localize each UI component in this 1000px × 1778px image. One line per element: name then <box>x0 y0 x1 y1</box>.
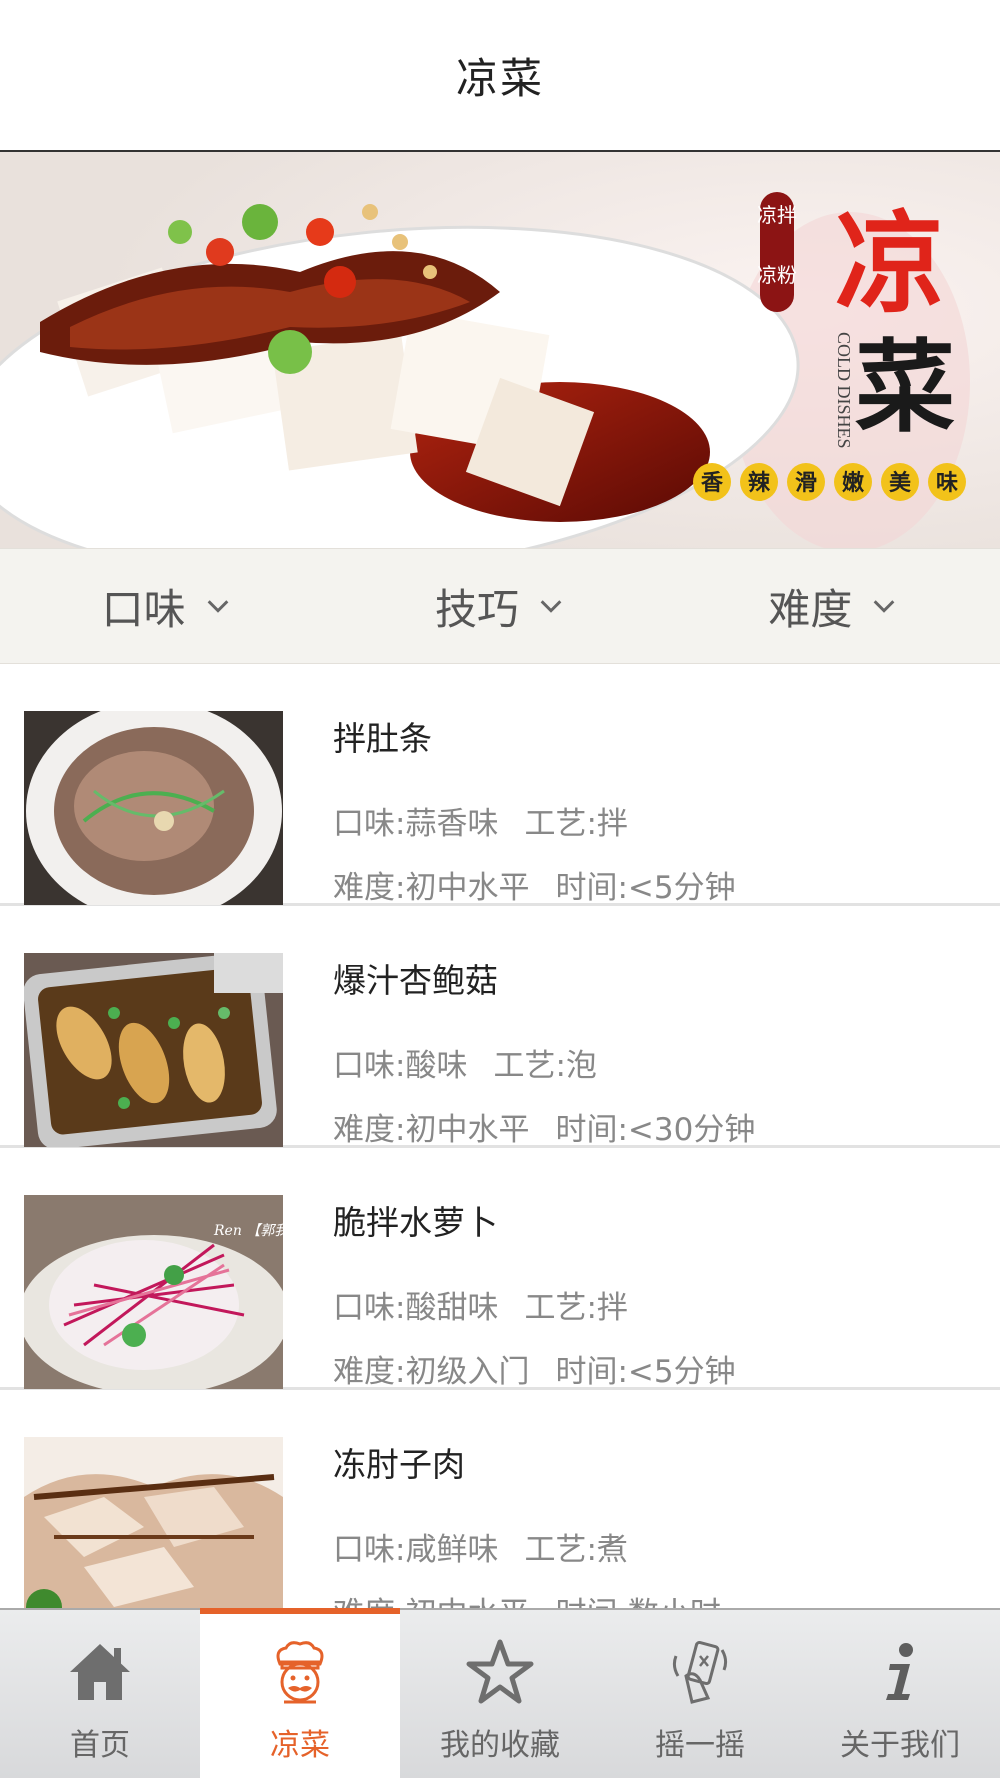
recipe-taste: 口味:咸鲜味 <box>333 1532 499 1568</box>
banner-badge-text-1: 凉拌 <box>757 203 797 227</box>
recipe-time: 时间:<5分钟 <box>555 870 736 906</box>
banner-badge-text-2: 凉粉 <box>757 263 797 287</box>
filter-difficulty[interactable]: 难度 <box>667 549 1000 663</box>
recipe-difficulty-time: 难度:初中水平 时间:数小时 <box>333 1588 747 1608</box>
chef-icon <box>276 1641 324 1704</box>
tab-about[interactable]: 关于我们 <box>800 1610 1000 1778</box>
banner-big-char-1: 凉 <box>835 199 945 328</box>
filter-taste-label: 口味 <box>101 584 186 634</box>
nav-bar: 凉菜 <box>0 0 1000 152</box>
recipe-difficulty-time: 难度:初中水平 时间:<5分钟 <box>333 862 762 907</box>
tagline-char: 香 <box>701 471 723 496</box>
recipe-difficulty-time: 难度:初级入门 时间:<5分钟 <box>333 1346 762 1391</box>
tab-cold-dishes-label: 凉菜 <box>270 1728 330 1763</box>
recipe-taste-craft: 口味:咸鲜味 工艺:煮 <box>333 1524 654 1569</box>
tab-cold-dishes[interactable]: 凉菜 <box>200 1608 400 1778</box>
recipe-taste-craft: 口味:酸味 工艺:泡 <box>333 1040 623 1085</box>
recipe-craft: 工艺:拌 <box>524 806 628 842</box>
banner-big-char-2: 菜 <box>855 328 955 446</box>
recipe-taste-craft: 口味:酸甜味 工艺:拌 <box>333 1282 654 1327</box>
tab-bar: 首页 凉菜 我的收藏 摇一摇 关于我们 <box>0 1608 1000 1778</box>
tagline-char: 美 <box>889 470 912 496</box>
recipe-difficulty-time: 难度:初中水平 时间:<30分钟 <box>333 1104 781 1149</box>
star-icon <box>466 1639 534 1704</box>
recipe-time: 时间:数小时 <box>555 1596 720 1608</box>
recipe-taste: 口味:蒜香味 <box>333 806 499 842</box>
list-item[interactable]: 拌肚条 口味:蒜香味 工艺:拌 难度:初中水平 时间:<5分钟 <box>0 664 1000 906</box>
banner[interactable]: 凉拌 凉粉 凉 菜 COLD DISHES 香辣滑嫩美味 <box>0 152 1000 548</box>
recipe-difficulty: 难度:初中水平 <box>333 870 530 906</box>
recipe-thumbnail <box>24 953 283 1147</box>
recipe-taste-craft: 口味:蒜香味 工艺:拌 <box>333 798 654 843</box>
tab-shake[interactable]: 摇一摇 <box>600 1610 800 1778</box>
tab-home[interactable]: 首页 <box>0 1610 200 1778</box>
recipe-thumbnail <box>24 1437 283 1608</box>
recipe-taste: 口味:酸味 <box>333 1048 468 1084</box>
shake-icon <box>672 1640 728 1704</box>
chevron-down-icon <box>540 600 562 613</box>
info-icon <box>886 1643 913 1700</box>
filter-technique-label: 技巧 <box>434 584 519 634</box>
app-screen: 凉菜 凉拌 凉粉 凉 菜 COLD DISHES 香 辣 滑 嫩 美 味 口味 … <box>0 0 1000 1778</box>
recipe-name: 冻肘子肉 <box>333 1445 465 1484</box>
recipe-thumbnail: Ren 【郭我的美食园】 Delicious <box>24 1195 283 1389</box>
filter-taste[interactable]: 口味 <box>0 549 333 663</box>
recipe-craft: 工艺:泡 <box>493 1048 597 1084</box>
filter-bar: 口味 技巧 难度 <box>0 548 1000 664</box>
recipe-thumbnail <box>24 711 283 905</box>
tab-favorites-label: 我的收藏 <box>440 1728 560 1763</box>
recipe-name: 拌肚条 <box>333 719 432 758</box>
tab-favorites[interactable]: 我的收藏 <box>400 1610 600 1778</box>
recipe-craft: 工艺:拌 <box>524 1290 628 1326</box>
recipe-name: 脆拌水萝卜 <box>333 1203 498 1242</box>
list-item[interactable]: 爆汁杏鲍菇 口味:酸味 工艺:泡 难度:初中水平 时间:<30分钟 <box>0 906 1000 1148</box>
recipe-craft: 工艺:煮 <box>524 1532 628 1568</box>
home-icon <box>70 1644 130 1700</box>
thumb-watermark: Ren 【郭我的美食园】 Delicious <box>213 1223 283 1239</box>
recipe-time: 时间:<5分钟 <box>555 1354 736 1390</box>
filter-technique[interactable]: 技巧 <box>333 549 666 663</box>
banner-image: 凉拌 凉粉 凉 菜 COLD DISHES 香辣滑嫩美味 <box>0 152 1000 548</box>
page-title: 凉菜 <box>455 53 544 103</box>
banner-english: COLD DISHES <box>834 332 854 449</box>
tab-about-label: 关于我们 <box>840 1728 960 1763</box>
chevron-down-icon <box>207 600 229 613</box>
tab-home-label: 首页 <box>70 1728 130 1763</box>
recipe-taste: 口味:酸甜味 <box>333 1290 499 1326</box>
recipe-difficulty: 难度:初级入门 <box>333 1354 530 1390</box>
tab-shake-label: 摇一摇 <box>655 1728 745 1763</box>
list-item[interactable]: 冻肘子肉 口味:咸鲜味工艺:煮 难度:初中水平 时间:数小时 <box>0 1390 1000 1608</box>
tagline-char: 嫩 <box>842 470 865 496</box>
recipe-list[interactable]: 拌肚条 口味:蒜香味 工艺:拌 难度:初中水平 时间:<5分钟 爆汁杏鲍菇 口味… <box>0 664 1000 1608</box>
recipe-time: 时间:<30分钟 <box>555 1112 756 1148</box>
tagline-char: 味 <box>936 471 958 496</box>
filter-difficulty-label: 难度 <box>768 584 853 634</box>
recipe-difficulty: 难度:初中水平 <box>333 1596 529 1608</box>
recipe-name: 爆汁杏鲍菇 <box>333 961 498 1000</box>
chevron-down-icon <box>873 600 895 613</box>
recipe-difficulty: 难度:初中水平 <box>333 1112 530 1148</box>
tagline-char: 辣 <box>748 470 771 496</box>
tagline-char: 滑 <box>795 471 817 496</box>
list-item[interactable]: Ren 【郭我的美食园】 Delicious 脆拌水萝卜 口味:酸甜味工艺:拌 … <box>0 1148 1000 1390</box>
